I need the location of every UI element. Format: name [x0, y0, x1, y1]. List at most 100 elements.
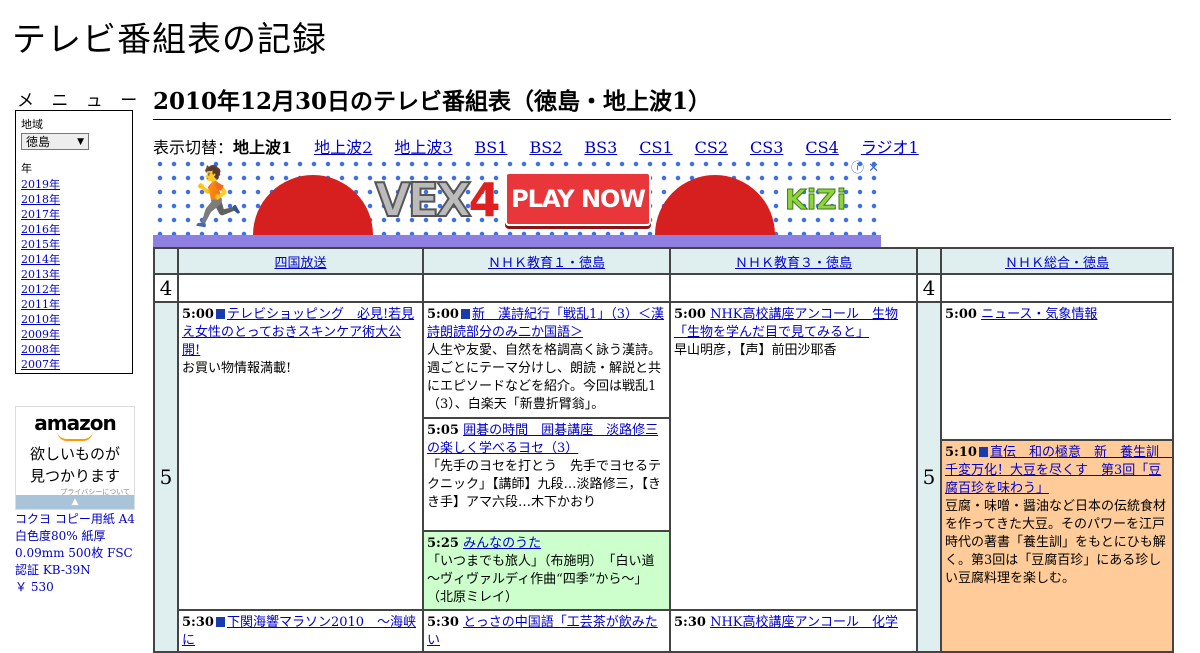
- program-title-link[interactable]: NHK高校講座アンコール 化学: [710, 615, 898, 630]
- program-type-icon: [215, 617, 225, 627]
- year-link[interactable]: 2008年: [21, 342, 127, 357]
- channel-link[interactable]: 四国放送: [274, 256, 326, 271]
- program-type-icon: [460, 309, 470, 319]
- switch-link[interactable]: CS3: [750, 138, 783, 157]
- program-type-icon: [215, 309, 225, 319]
- year-list: 2019年 2018年 2017年 2016年 2015年 2014年 2013…: [21, 177, 127, 372]
- hour-label: 5: [916, 301, 942, 653]
- program-desc: 豆腐・味噌・醤油など日本の伝統食材を作ってきた大豆。そのパワーを江戸時代の著書「…: [945, 499, 1167, 586]
- program-time: 5:25: [427, 536, 459, 551]
- channel-header: 四国放送: [177, 247, 424, 275]
- switch-current: 地上波1: [233, 138, 293, 157]
- switch-link[interactable]: 地上波3: [394, 138, 452, 157]
- switch-link[interactable]: BS1: [475, 138, 508, 157]
- game-ad-banner[interactable]: 🏃 VEX4 PLAY NOW KiZi ⓘ ✕: [153, 157, 881, 247]
- program-block: 5:30 NHK高校講座アンコール 化学: [671, 611, 916, 651]
- program-block: 5:25 みんなのうた 「いつまでも旅人」（布施明） 「白い道～ヴィヴァルディ作…: [424, 532, 669, 611]
- channel-column: 5:00 新 漢詩紀行「戦乱1」（3）＜漢詩朗読部分のみ二か国語＞ 人生や友愛、自…: [422, 301, 671, 653]
- year-label: 年: [21, 162, 32, 175]
- program-desc: お買い物情報満載!: [182, 361, 292, 376]
- channel-header: ＮＨＫ教育１・徳島: [422, 247, 671, 275]
- channel-column: 5:00 NHK高校講座アンコール 生物「生物を学んだ目で見てみると」 早山明彦…: [669, 301, 918, 653]
- switch-link[interactable]: CS1: [639, 138, 672, 157]
- empty-slot: [177, 273, 424, 303]
- program-time: 5:00: [674, 307, 706, 322]
- hour-label: 5: [153, 301, 179, 653]
- year-link[interactable]: 2007年: [21, 357, 127, 372]
- year-link[interactable]: 2010年: [21, 312, 127, 327]
- program-time: 5:00: [945, 307, 977, 322]
- banner-stripe: [153, 235, 881, 247]
- year-link[interactable]: 2017年: [21, 207, 127, 222]
- region-label: 地域: [21, 118, 43, 131]
- product-price[interactable]: ￥ 530: [15, 579, 139, 596]
- chevron-down-icon: ▼: [77, 137, 84, 147]
- hour-label: 4: [916, 273, 942, 303]
- year-link[interactable]: 2013年: [21, 267, 127, 282]
- running-man-icon: 🏃: [179, 163, 252, 231]
- program-desc: 人生や友愛、自然を格調高く詠う漢詩。週ごとにテーマ分けし、朗読・解説と共にエピソ…: [427, 343, 662, 412]
- channel-link[interactable]: ＮＨＫ教育３・徳島: [735, 256, 852, 271]
- product-link[interactable]: コクヨ コピー用紙 A4 白色度80% 紙厚 0.09mm 500枚 FSC認証…: [15, 511, 139, 596]
- switch-link[interactable]: CS2: [695, 138, 728, 157]
- ad-info-close-icon[interactable]: ⓘ ✕: [851, 157, 879, 176]
- channel-column: 5:00 テレビショッピング 必見!若見え女性のとっておきスキンケア術大公開! お…: [177, 301, 424, 653]
- year-link[interactable]: 2012年: [21, 282, 127, 297]
- switch-link[interactable]: CS4: [805, 138, 838, 157]
- channel-link[interactable]: ＮＨＫ教育１・徳島: [488, 256, 605, 271]
- program-time: 5:05: [427, 423, 459, 438]
- year-link[interactable]: 2018年: [21, 192, 127, 207]
- corner-cell: [153, 247, 179, 275]
- year-link[interactable]: 2019年: [21, 177, 127, 192]
- channel-link[interactable]: ＮＨＫ総合・徳島: [1005, 256, 1109, 271]
- site-title: テレビ番組表の記録: [12, 20, 327, 60]
- amazon-ad[interactable]: amazon 欲しいものが 見つかります プライバシーについて ▲: [15, 406, 135, 510]
- channel-column: 5:00 ニュース・気象情報 5:10 直伝 和の極意 新 養生訓 千変万化！大豆…: [940, 301, 1174, 653]
- game-logo-text: VEX: [374, 172, 472, 228]
- menu-heading: メ ニ ュ ー: [17, 91, 144, 111]
- corner-cell: [916, 247, 942, 275]
- region-select[interactable]: 徳島 ▼: [21, 133, 89, 150]
- chevron-up-icon[interactable]: ▲: [16, 495, 134, 509]
- program-time: 5:10: [945, 445, 977, 460]
- product-name[interactable]: コクヨ コピー用紙 A4 白色度80% 紙厚 0.09mm 500枚 FSC認証…: [15, 511, 139, 579]
- channel-header: ＮＨＫ教育３・徳島: [669, 247, 918, 275]
- program-title-link[interactable]: NHK高校講座アンコール 生物「生物を学んだ目で見てみると」: [674, 307, 898, 340]
- program-block: 5:10 直伝 和の極意 新 養生訓 千変万化！大豆を尽くす 第3回「豆腐百珍を味…: [942, 441, 1172, 651]
- program-time: 5:00: [427, 307, 459, 322]
- channel-header: ＮＨＫ総合・徳島: [940, 247, 1174, 275]
- empty-slot: [669, 273, 918, 303]
- program-title-link[interactable]: とっさの中国語「工芸茶が飲みたい: [427, 615, 658, 648]
- switch-link[interactable]: ラジオ1: [861, 138, 919, 157]
- empty-slot: [940, 273, 1174, 303]
- hour-label: 4: [153, 273, 179, 303]
- program-title-link[interactable]: 囲碁の時間 囲碁講座 淡路修三の楽しく学べるヨセ（3）: [427, 423, 658, 456]
- page-title: 2010年12月30日のテレビ番組表（徳島・地上波1）: [153, 82, 1171, 120]
- year-link[interactable]: 2016年: [21, 222, 127, 237]
- program-block: 5:30 とっさの中国語「工芸茶が飲みたい: [424, 611, 669, 651]
- program-time: 5:30: [182, 615, 214, 630]
- game-logo-number: 4: [468, 173, 501, 227]
- year-link[interactable]: 2011年: [21, 297, 127, 312]
- schedule-table: 四国放送 ＮＨＫ教育１・徳島 ＮＨＫ教育３・徳島 ＮＨＫ総合・徳島 4 4 5 …: [153, 247, 1174, 653]
- program-title-link[interactable]: ニュース・気象情報: [981, 307, 1097, 322]
- year-link[interactable]: 2015年: [21, 237, 127, 252]
- ad-tagline-line2: 見つかります: [29, 467, 120, 485]
- kizi-logo: KiZi: [784, 183, 847, 217]
- channel-switcher: 表示切替：地上波1 地上波2 地上波3 BS1 BS2 BS3 CS1 CS2 CS3 CS4 ラジ…: [153, 134, 941, 158]
- switch-label: 表示切替：: [153, 138, 234, 157]
- play-now-button[interactable]: PLAY NOW: [505, 172, 651, 226]
- program-time: 5:30: [427, 615, 459, 630]
- amazon-logo: amazon: [34, 411, 116, 435]
- switch-link[interactable]: BS2: [529, 138, 562, 157]
- year-link[interactable]: 2009年: [21, 327, 127, 342]
- switch-link[interactable]: BS3: [584, 138, 617, 157]
- program-title-link[interactable]: みんなのうた: [463, 536, 541, 551]
- region-select-value: 徳島: [26, 135, 51, 149]
- program-block: 5:00 テレビショッピング 必見!若見え女性のとっておきスキンケア術大公開! お…: [179, 303, 422, 611]
- program-block: 5:30 下関海響マラソン2010 ～海峡に: [179, 611, 422, 651]
- program-block: 5:00 ニュース・気象情報: [942, 303, 1172, 441]
- switch-link[interactable]: 地上波2: [314, 138, 372, 157]
- program-time: 5:00: [182, 307, 214, 322]
- year-link[interactable]: 2014年: [21, 252, 127, 267]
